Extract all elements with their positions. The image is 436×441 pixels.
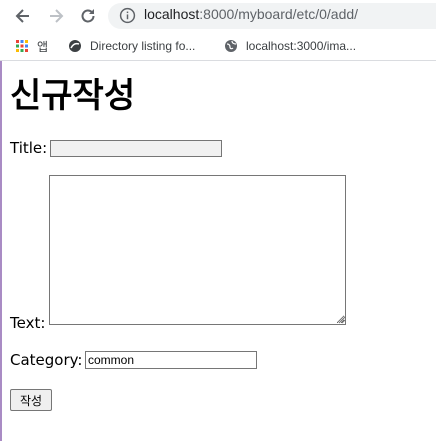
url-path: :8000/myboard/etc/0/add/ — [199, 6, 359, 22]
back-arrow-icon[interactable] — [13, 6, 33, 26]
submit-button[interactable]: 작성 — [10, 389, 52, 411]
apps-grid-icon — [16, 40, 28, 52]
reload-icon[interactable] — [78, 6, 98, 26]
bookmark-directory-listing[interactable]: Directory listing fo... — [68, 37, 195, 55]
page-title: 신규작성 — [10, 76, 136, 116]
bookmark-label: Directory listing fo... — [90, 39, 196, 53]
title-input[interactable] — [50, 140, 222, 157]
forward-arrow-icon[interactable] — [46, 6, 66, 26]
site-favicon-icon — [69, 40, 81, 52]
text-textarea[interactable] — [49, 175, 346, 325]
window-edge — [0, 0, 2, 441]
bookmark-label: localhost:3000/ima... — [246, 39, 357, 53]
url-host: localhost — [144, 6, 200, 22]
category-label: Category: — [10, 351, 83, 369]
url-text[interactable]: localhost:8000/myboard/etc/0/add/ — [144, 6, 358, 22]
text-label: Text: — [10, 314, 46, 332]
title-label: Title: — [10, 139, 48, 157]
bookmarks-bar: 앱 Directory listing fo... localhost:3000… — [0, 32, 436, 61]
category-input[interactable] — [85, 351, 257, 369]
browser-toolbar: localhost:8000/myboard/etc/0/add/ — [0, 0, 436, 32]
bookmark-label: 앱 — [37, 39, 49, 54]
bookmark-localhost-3000[interactable]: localhost:3000/ima... — [224, 37, 356, 55]
site-info-icon[interactable] — [119, 7, 136, 24]
bookmark-apps[interactable]: 앱 — [15, 37, 48, 55]
globe-icon — [225, 40, 237, 52]
